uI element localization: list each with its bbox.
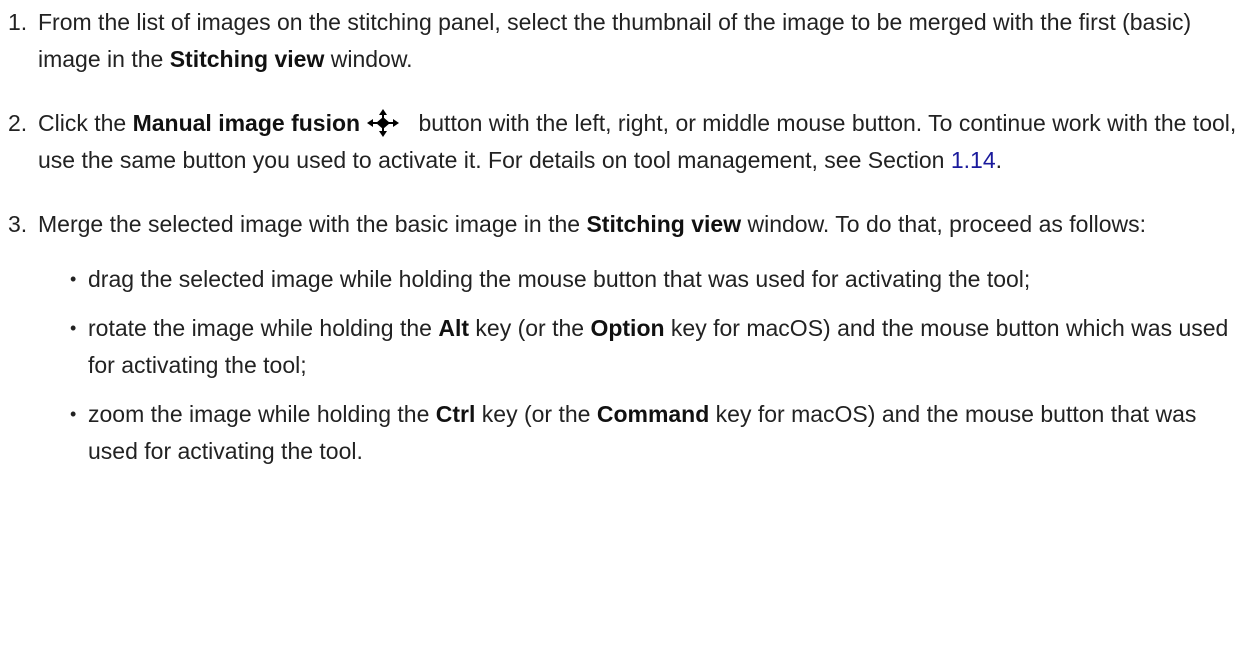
sub-step-text: rotate the image while holding the — [88, 315, 439, 341]
step-2: 2. Click the Manual image fusion button … — [8, 105, 1238, 179]
document-page: 1. From the list of images on the stitch… — [0, 0, 1256, 660]
key-name: Alt — [438, 315, 470, 341]
sub-step-drag: • drag the selected image while holding … — [68, 261, 1238, 298]
step-3: 3. Merge the selected image with the bas… — [8, 206, 1238, 470]
bullet: • — [70, 404, 77, 424]
step-text: Click the — [38, 110, 133, 136]
sub-step-text: zoom the image while holding the — [88, 401, 436, 427]
move-arrows-icon — [364, 108, 402, 138]
sub-step-text: key (or the — [475, 401, 597, 427]
ui-term: Manual image fusion — [132, 110, 361, 136]
sub-steps-list: • drag the selected image while holding … — [68, 261, 1238, 470]
sub-step-rotate: • rotate the image while holding the Alt… — [68, 310, 1238, 384]
sub-step-text: drag the selected image while holding th… — [88, 266, 1031, 292]
bullet: • — [70, 318, 77, 338]
step-number: 1. — [8, 9, 28, 35]
sub-step-text: key (or the — [469, 315, 591, 341]
steps-list: 1. From the list of images on the stitch… — [8, 4, 1238, 470]
step-text: Merge the selected image with the basic … — [38, 211, 587, 237]
step-text: window. To do that, proceed as follows: — [741, 211, 1146, 237]
step-text: window. — [324, 46, 413, 72]
key-name: Ctrl — [435, 401, 476, 427]
step-text: . — [995, 147, 1003, 173]
key-name: Command — [596, 401, 710, 427]
key-name: Option — [590, 315, 665, 341]
step-1: 1. From the list of images on the stitch… — [8, 4, 1238, 78]
ui-term: Stitching view — [586, 211, 742, 237]
section-link[interactable]: 1.14 — [951, 147, 996, 173]
sub-step-zoom: • zoom the image while holding the Ctrl … — [68, 396, 1238, 470]
ui-term: Stitching view — [169, 46, 325, 72]
bullet: • — [70, 269, 77, 289]
step-number: 2. — [8, 110, 28, 136]
step-number: 3. — [8, 211, 28, 237]
